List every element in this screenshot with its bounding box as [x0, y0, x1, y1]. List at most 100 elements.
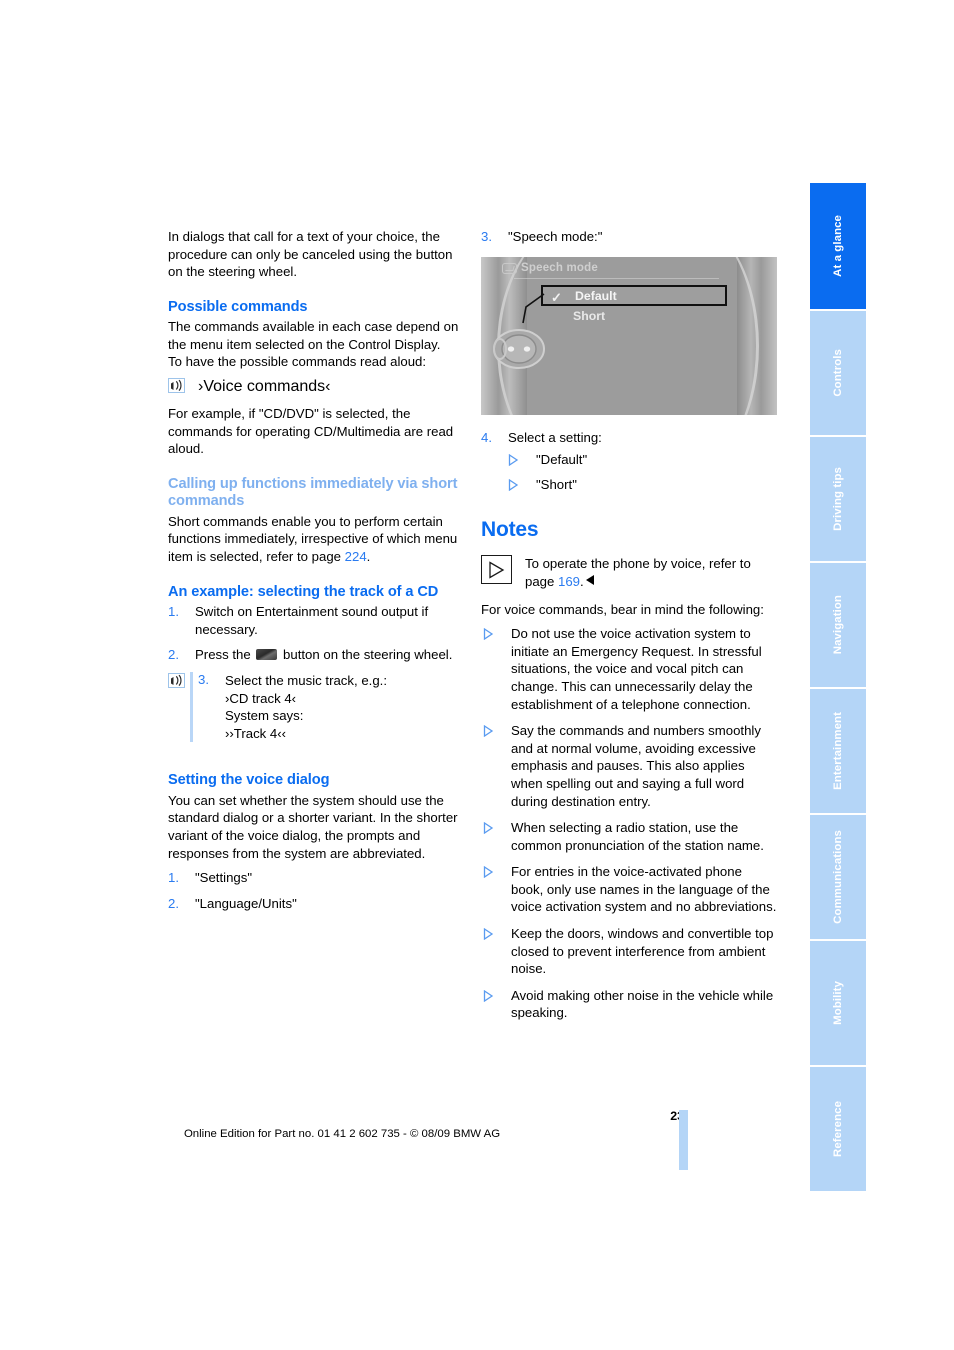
- step-text-after: button on the steering wheel.: [279, 647, 453, 663]
- note-bullet-text: Do not use the voice activation system t…: [511, 626, 762, 712]
- triangle-bullet-icon: [483, 989, 494, 1002]
- step-line-2: System says:: [225, 708, 304, 724]
- step4-option-default: "Default": [506, 451, 777, 469]
- voice-step-bar: [190, 671, 193, 743]
- heading-example-cd-track: An example: selecting the track of a CD: [168, 583, 439, 600]
- note-bullet-text: Keep the doors, windows and convertible …: [511, 926, 774, 977]
- triangle-bullet-icon: [483, 928, 494, 941]
- tab-reference[interactable]: Reference: [810, 1067, 866, 1191]
- note-text: To operate the phone by voice, refer to …: [525, 555, 777, 590]
- page-number: 23: [670, 1109, 684, 1123]
- example-step-3-block: 3. Select the music track, e.g.: ›CD tra…: [168, 671, 460, 743]
- voice-dialog-step-1: 1. "Settings": [168, 869, 460, 887]
- display-selected-row[interactable]: ✓ Default: [541, 284, 727, 306]
- tab-driving-tips[interactable]: Driving tips: [810, 437, 866, 561]
- note-bullet: Avoid making other noise in the vehicle …: [481, 987, 777, 1022]
- short-commands-text: Short commands enable you to perform cer…: [168, 513, 458, 565]
- step4-list: 4. Select a setting:: [481, 429, 777, 447]
- step-line-1: ›CD track 4‹: [225, 690, 297, 706]
- triangle-bullet-icon: [483, 725, 494, 738]
- tab-label: Navigation: [832, 595, 844, 655]
- step-number: 2.: [168, 895, 179, 911]
- example-step-1: 1. Switch on Entertainment sound output …: [168, 603, 460, 638]
- page-reference-169[interactable]: 169: [558, 574, 580, 589]
- tab-controls[interactable]: Controls: [810, 311, 866, 435]
- tab-label: Mobility: [832, 981, 844, 1025]
- tab-label: Entertainment: [832, 712, 844, 790]
- control-display-screenshot: Speech mode ✓ Default Short: [481, 256, 777, 415]
- step-text: "Settings": [195, 870, 253, 886]
- option-text: "Short": [536, 476, 577, 492]
- heading-setting-voice-dialog: Setting the voice dialog: [168, 772, 330, 789]
- step-line-3: ››Track 4‹‹: [225, 725, 287, 741]
- intro-paragraph: In dialogs that call for a text of your …: [168, 229, 453, 280]
- tab-communications[interactable]: Communications: [810, 815, 866, 939]
- step4-options-list: "Default" "Short": [506, 451, 777, 493]
- footer-accent-bar: [679, 1110, 688, 1170]
- step4-option-short: "Short": [506, 476, 777, 494]
- right-step-3: 3. "Speech mode:": [481, 228, 777, 246]
- possible-commands-paragraph-3: For example, if "CD/DVD" is selected, th…: [168, 406, 454, 457]
- heading-possible-commands: Possible commands: [168, 298, 308, 315]
- section-tab-rail: At a glance Controls Driving tips Naviga…: [810, 183, 866, 1191]
- right-column: 3. "Speech mode:" Speech mode ✓ Default …: [481, 228, 777, 1031]
- step-number: 1.: [168, 870, 179, 886]
- display-title-divider: [514, 277, 719, 279]
- voice-command-icon: [168, 378, 185, 394]
- step-number: 3.: [481, 229, 492, 244]
- step-text: Select a setting:: [508, 429, 602, 445]
- display-option-default: Default: [575, 288, 617, 303]
- step-number: 1.: [168, 604, 179, 620]
- left-column: In dialogs that call for a text of your …: [168, 228, 460, 920]
- tab-entertainment[interactable]: Entertainment: [810, 689, 866, 813]
- note-bullet-text: Avoid making other noise in the vehicle …: [511, 987, 774, 1021]
- tab-mobility[interactable]: Mobility: [810, 941, 866, 1065]
- step-number: 3.: [198, 671, 209, 687]
- display-option-short[interactable]: Short: [573, 309, 605, 323]
- triangle-bullet-icon: [483, 866, 494, 879]
- example-step-2: 2. Press the button on the steering whee…: [168, 646, 460, 664]
- short-commands-text-end: .: [366, 549, 371, 565]
- notes-bullet-list: Do not use the voice activation system t…: [481, 625, 777, 1022]
- note-end-arrow-icon: [585, 574, 594, 585]
- voice-dialog-paragraph: You can set whether the system should us…: [168, 792, 458, 861]
- note-bullet: Do not use the voice activation system t…: [481, 625, 777, 713]
- note-bullet-text: Say the commands and numbers smoothly an…: [511, 723, 761, 809]
- short-commands-paragraph: Short commands enable you to perform cer…: [168, 513, 460, 566]
- tab-navigation[interactable]: Navigation: [810, 563, 866, 687]
- step3-list: 3. "Speech mode:": [481, 228, 777, 246]
- right-step-4: 4. Select a setting:: [481, 429, 777, 447]
- note-bullet: When selecting a radio station, use the …: [481, 819, 777, 854]
- steering-wheel-button-icon: [256, 649, 278, 661]
- step-number: 2.: [168, 647, 179, 663]
- voice-command-row: ›Voice commands‹: [168, 378, 460, 396]
- option-text: "Default": [536, 452, 588, 468]
- notes-intro: For voice commands, bear in mind the fol…: [481, 601, 764, 617]
- step-text: "Speech mode:": [508, 229, 603, 244]
- step-text: Select the music track, e.g.:: [225, 672, 387, 688]
- possible-commands-paragraph-1: The commands available in each case depe…: [168, 319, 459, 352]
- step-number: 4.: [481, 429, 492, 445]
- triangle-bullet-icon: [483, 822, 494, 835]
- note-bullet: Say the commands and numbers smoothly an…: [481, 722, 777, 810]
- triangle-bullet-icon: [508, 478, 519, 491]
- voice-dialog-steps-list: 1. "Settings" 2. "Language/Units": [168, 869, 460, 912]
- possible-commands-paragraph-2: To have the possible commands read aloud…: [168, 354, 427, 370]
- display-arc-right: [589, 256, 759, 415]
- note-box: To operate the phone by voice, refer to …: [481, 555, 777, 590]
- tab-at-a-glance[interactable]: At a glance: [810, 183, 866, 309]
- note-bullet-text: For entries in the voice-activated phone…: [511, 864, 777, 915]
- speech-mode-icon: [502, 262, 517, 274]
- example-steps-list: 1. Switch on Entertainment sound output …: [168, 603, 460, 664]
- page-reference-224[interactable]: 224: [345, 549, 367, 564]
- step-text: Switch on Entertainment sound output if …: [195, 604, 429, 637]
- note-bullet-text: When selecting a radio station, use the …: [511, 820, 764, 853]
- display-title: Speech mode: [521, 261, 598, 274]
- edition-line: Online Edition for Part no. 01 41 2 602 …: [183, 1128, 501, 1140]
- idrive-controller-icon: [493, 328, 545, 369]
- voice-command-text: ›Voice commands‹: [198, 378, 331, 396]
- tab-label: At a glance: [832, 215, 844, 277]
- voice-command-icon: [168, 672, 185, 688]
- tab-label: Reference: [832, 1101, 844, 1157]
- heading-short-commands: Calling up functions immediately via sho…: [168, 475, 458, 510]
